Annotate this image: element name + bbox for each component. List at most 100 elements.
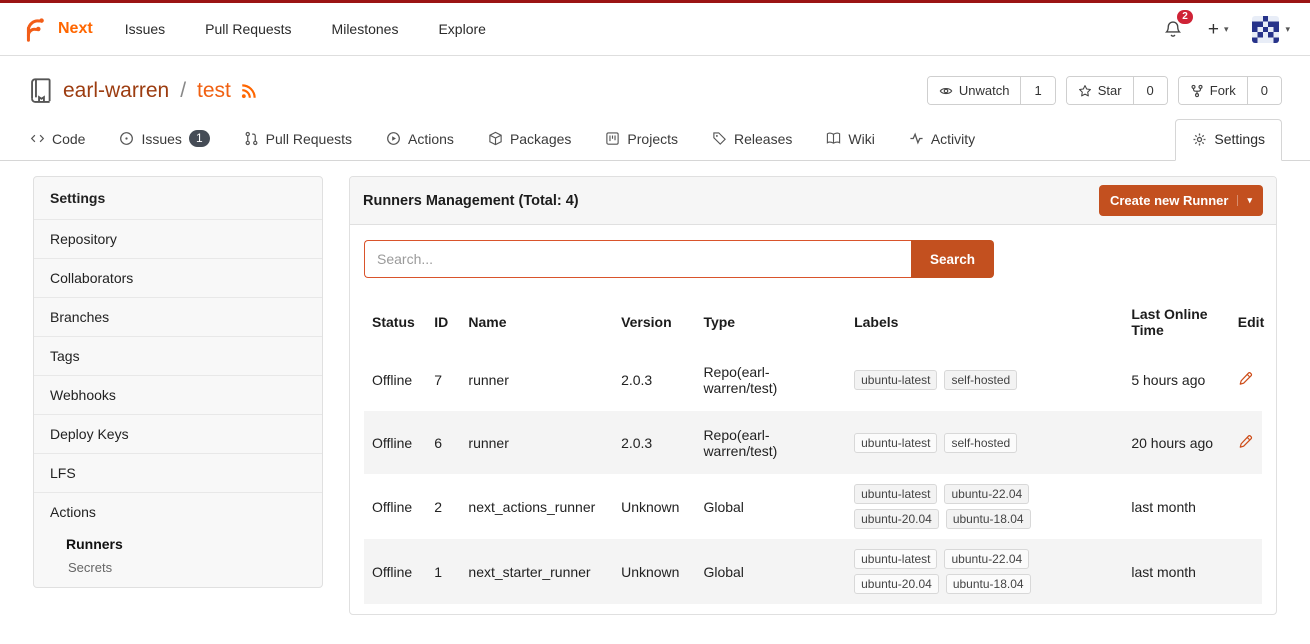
tab-issues[interactable]: Issues 1 — [117, 119, 211, 160]
table-row: Offline 7 runner 2.0.3 Repo(earl-warren/… — [364, 348, 1262, 411]
nav-item-issues[interactable]: Issues — [125, 21, 165, 37]
chevron-down-icon: ▾ — [1224, 24, 1229, 35]
project-icon — [605, 131, 620, 146]
search-input[interactable] — [364, 240, 911, 278]
sidebar-items: RepositoryCollaboratorsBranchesTagsWebho… — [34, 219, 322, 587]
pull-request-icon — [244, 131, 259, 146]
column-header-name: Name — [460, 296, 613, 348]
star-button[interactable]: Star — [1067, 77, 1134, 104]
runner-label-badge: ubuntu-18.04 — [946, 574, 1031, 594]
runner-version: 2.0.3 — [613, 348, 695, 411]
rss-feed-icon[interactable] — [240, 82, 258, 100]
home-link[interactable]: Next — [20, 14, 93, 44]
column-header-type: Type — [695, 296, 846, 348]
runner-label-badge: ubuntu-latest — [854, 433, 937, 453]
runner-labels: ubuntu-latest self-hosted — [854, 433, 1068, 453]
panel-title: Runners Management (Total: 4) — [363, 193, 579, 209]
nav-item-explore[interactable]: Explore — [438, 21, 485, 37]
sidebar-subitem-secrets[interactable]: Secrets — [34, 556, 322, 577]
sidebar-item-lfs[interactable]: LFS — [34, 453, 322, 492]
runner-status: Offline — [364, 411, 426, 474]
runner-label-badge: self-hosted — [944, 433, 1017, 453]
sidebar-item-repository[interactable]: Repository — [34, 219, 322, 258]
gear-icon — [1192, 132, 1207, 147]
runner-last-online: 20 hours ago — [1123, 411, 1229, 474]
create-runner-button[interactable]: Create new Runner ▾ — [1099, 185, 1263, 216]
sidebar-subitems: RunnersSecrets — [34, 531, 322, 587]
create-new-menu[interactable]: + ▾ — [1208, 20, 1229, 39]
repo-name-link[interactable]: test — [197, 79, 231, 103]
runner-name: runner — [460, 411, 613, 474]
sidebar-item-collaborators[interactable]: Collaborators — [34, 258, 322, 297]
runner-label-badge: ubuntu-22.04 — [944, 549, 1029, 569]
runner-labels: ubuntu-latest ubuntu-22.04ubuntu-20.04 ubu… — [854, 549, 1068, 594]
runner-type: Repo(earl-warren/test) — [695, 411, 846, 474]
sidebar-item-tags[interactable]: Tags — [34, 336, 322, 375]
nav-item-milestones[interactable]: Milestones — [332, 21, 399, 37]
runner-labels: ubuntu-latestself-hosted — [854, 370, 1068, 390]
top-navbar: Next Issues Pull Requests Milestones Explor… — [0, 3, 1310, 56]
runner-name: next_starter_runner — [460, 539, 613, 604]
search-button[interactable]: Search — [911, 240, 994, 278]
runner-last-online: last month — [1123, 539, 1229, 604]
runners-panel: Runners Management (Total: 4) Create new… — [349, 176, 1277, 615]
repo-owner-link[interactable]: earl-warren — [63, 79, 169, 103]
table-row: Offline 1 next_starter_runner Unknown Gl… — [364, 539, 1262, 604]
column-header-last-online-time: Last Online Time — [1123, 296, 1229, 348]
runner-last-online: last month — [1123, 474, 1229, 539]
runner-name: runner — [460, 348, 613, 411]
sidebar-item-branches[interactable]: Branches — [34, 297, 322, 336]
unwatch-button[interactable]: Unwatch — [928, 77, 1022, 104]
create-runner-label: Create new Runner — [1110, 193, 1228, 208]
runner-label-badge: ubuntu-latest — [854, 370, 937, 390]
repo-tabs: Code Issues 1 Pull Requests Actions Pack… — [28, 119, 977, 160]
tab-actions[interactable]: Actions — [384, 119, 456, 160]
edit-runner-button[interactable] — [1238, 434, 1253, 449]
tab-pull-requests[interactable]: Pull Requests — [242, 119, 354, 160]
tab-releases[interactable]: Releases — [710, 119, 794, 160]
sidebar-item-actions[interactable]: Actions — [34, 492, 322, 531]
runners-table: StatusIDNameVersionTypeLabelsLast Online… — [364, 296, 1262, 604]
tab-packages[interactable]: Packages — [486, 119, 573, 160]
runner-id: 6 — [426, 411, 460, 474]
repo-header: earl-warren / test Unwatch 1 Star 0 Fork… — [0, 56, 1310, 109]
tab-activity[interactable]: Activity — [907, 119, 977, 160]
unwatch-count[interactable]: 1 — [1021, 77, 1054, 104]
runner-labels: ubuntu-latestubuntu-22.04ubuntu-20.04ubu… — [854, 484, 1068, 529]
eye-icon — [939, 84, 953, 98]
tab-code[interactable]: Code — [28, 119, 87, 160]
column-header-version: Version — [613, 296, 695, 348]
tab-projects[interactable]: Projects — [603, 119, 680, 160]
runner-type: Global — [695, 539, 846, 604]
runner-label-badge: ubuntu-22.04 — [944, 484, 1029, 504]
repo-separator: / — [180, 79, 186, 103]
brand-name: Next — [58, 20, 93, 38]
tab-settings[interactable]: Settings — [1175, 119, 1282, 161]
fork-icon — [1190, 84, 1204, 98]
issue-icon — [119, 131, 134, 146]
repo-action-buttons: Unwatch 1 Star 0 Fork 0 — [927, 76, 1282, 105]
navbar-links: Issues Pull Requests Milestones Explore — [125, 21, 486, 37]
edit-runner-button[interactable] — [1238, 371, 1253, 386]
fork-count[interactable]: 0 — [1248, 77, 1281, 104]
user-menu[interactable]: ▾ — [1252, 16, 1290, 43]
column-header-labels: Labels — [846, 296, 1123, 348]
star-count[interactable]: 0 — [1134, 77, 1167, 104]
sidebar-item-deploy-keys[interactable]: Deploy Keys — [34, 414, 322, 453]
runner-type: Global — [695, 474, 846, 539]
fork-button[interactable]: Fork — [1179, 77, 1248, 104]
chevron-down-icon: ▾ — [1285, 24, 1290, 35]
runner-label-badge: ubuntu-latest — [854, 549, 937, 569]
sidebar-subitem-runners[interactable]: Runners — [34, 531, 322, 556]
runner-version: 2.0.3 — [613, 411, 695, 474]
notifications-button[interactable]: 2 — [1162, 18, 1184, 40]
tab-settings-label: Settings — [1214, 131, 1265, 147]
panel-body: Search StatusIDNameVersionTypeLabelsLast… — [350, 225, 1276, 614]
sidebar-item-webhooks[interactable]: Webhooks — [34, 375, 322, 414]
runner-label-badge: ubuntu-20.04 — [854, 574, 939, 594]
runner-type: Repo(earl-warren/test) — [695, 348, 846, 411]
tab-wiki[interactable]: Wiki — [824, 119, 876, 160]
runner-label-badge: ubuntu-latest — [854, 484, 937, 504]
settings-sidebar: Settings RepositoryCollaboratorsBranches… — [33, 176, 323, 588]
nav-item-pull-requests[interactable]: Pull Requests — [205, 21, 291, 37]
